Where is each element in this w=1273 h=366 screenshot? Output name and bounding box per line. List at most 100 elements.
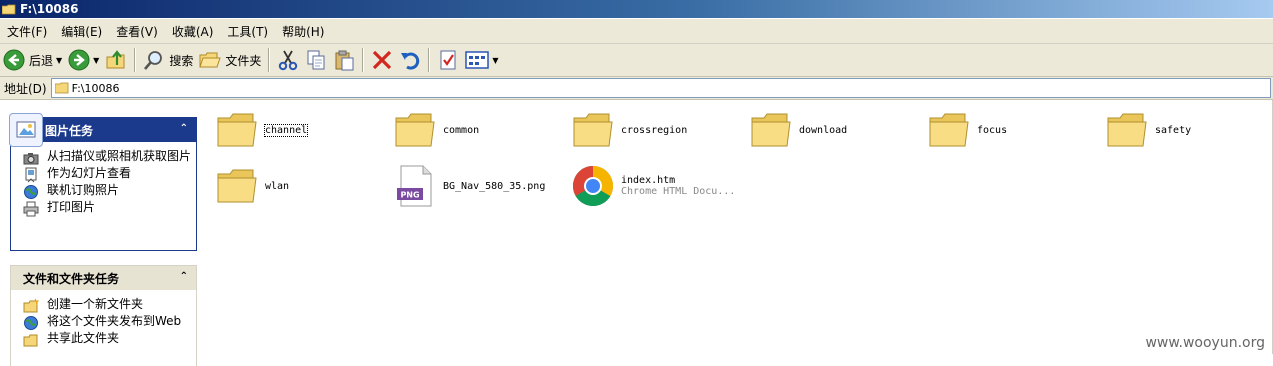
forward-button[interactable]: ▼ [65,46,102,74]
printer-icon [23,201,39,217]
up-folder-icon [106,50,125,69]
file-tasks-panel: 文件和文件夹任务 ⌃ 创建一个新文件夹 将这个文件夹发布到Web 共享此文件夹 [10,265,197,366]
file-tasks-title: 文件和文件夹任务 [23,271,120,286]
title-bar: F:\10086 [0,0,1273,18]
folder-name: focus [977,124,1008,136]
task-publish-web[interactable]: 将这个文件夹发布到Web [11,314,196,330]
views-button[interactable]: ▼ [462,46,501,74]
slideshow-icon [25,167,37,183]
task-new-folder-label: 创建一个新文件夹 [47,297,144,311]
copy-icon [307,50,325,70]
folder-name: download [799,124,848,136]
file-type: Chrome HTML Docu... [621,185,736,197]
forward-dropdown-icon[interactable]: ▼ [93,56,99,65]
folder-icon [217,113,257,147]
menu-favorites[interactable]: 收藏(A) [165,23,221,40]
folder-icon [573,113,613,147]
undo-button[interactable] [396,46,424,74]
task-new-folder[interactable]: 创建一个新文件夹 [11,297,196,313]
picture-tasks-badge-icon [9,113,43,147]
address-bar: 地址(D) F:\10086 [0,77,1273,100]
search-label: 搜索 [169,53,194,68]
views-icon [465,51,490,69]
properties-button[interactable] [434,46,462,74]
folder-item-wlan[interactable]: wlan [215,164,289,208]
task-get-pictures[interactable]: 从扫描仪或照相机获取图片 [11,149,196,165]
search-button[interactable]: 搜索 [140,46,196,74]
file-tasks-header[interactable]: 文件和文件夹任务 ⌃ [11,266,196,290]
chrome-icon [573,166,613,206]
folder-item-common[interactable]: common [393,108,479,152]
folder-icon [2,4,16,14]
back-button[interactable]: 后退 ▼ [0,46,65,74]
address-value: F:\10086 [71,81,120,95]
camera-icon [23,153,39,165]
file-item-png[interactable]: PNG BG_Nav_580_35.png [393,164,545,208]
delete-button[interactable] [368,46,396,74]
picture-tasks-header[interactable]: 图片任务 ⌃ [9,113,196,147]
folder-item-crossregion[interactable]: crossregion [571,108,687,152]
folder-item-safety[interactable]: safety [1105,108,1191,152]
back-label: 后退 [29,53,54,68]
folders-button[interactable]: 文件夹 [196,46,264,74]
back-arrow-icon [3,49,25,71]
toolbar-separator [362,48,365,72]
collapse-chevron-icon[interactable]: ⌃ [180,123,188,134]
folder-name: wlan [265,180,290,192]
window-title: F:\10086 [20,2,79,16]
task-print-pictures[interactable]: 打印图片 [11,201,196,217]
cut-button[interactable] [274,46,302,74]
task-pane: 图片任务 ⌃ 从扫描仪或照相机获取图片 作为幻灯片查看 联机订购照片 打印图片 … [0,100,205,366]
folder-icon [751,113,791,147]
menu-bar: 文件(F) 编辑(E) 查看(V) 收藏(A) 工具(T) 帮助(H) [0,19,1273,44]
task-share-folder[interactable]: 共享此文件夹 [11,331,196,347]
task-share-folder-label: 共享此文件夹 [47,331,120,345]
task-order-prints[interactable]: 联机订购照片 [11,183,196,199]
folder-item-focus[interactable]: focus [927,108,1007,152]
task-slideshow-label: 作为幻灯片查看 [47,166,132,180]
toolbar-separator [134,48,137,72]
file-name: BG_Nav_580_35.png [443,180,546,192]
task-publish-web-label: 将这个文件夹发布到Web [47,314,182,328]
file-item-index-htm[interactable]: index.htm Chrome HTML Docu... [571,164,735,208]
menu-help[interactable]: 帮助(H) [275,23,331,40]
menu-view[interactable]: 查看(V) [109,23,165,40]
up-folder-button[interactable] [102,46,130,74]
folder-icon [1107,113,1147,147]
toolbar-separator [428,48,431,72]
new-folder-icon [23,298,39,313]
copy-button[interactable] [302,46,330,74]
share-folder-icon [23,334,38,347]
png-badge: PNG [400,191,419,200]
file-name: index.htm [621,174,676,186]
collapse-chevron-icon[interactable]: ⌃ [180,271,188,282]
menu-edit[interactable]: 编辑(E) [54,23,109,40]
toolbar-separator [268,48,271,72]
address-input[interactable]: F:\10086 [50,78,1271,98]
picture-tasks-title: 图片任务 [45,123,94,138]
folder-icon [395,113,435,147]
folder-name: common [443,124,480,136]
back-dropdown-icon[interactable]: ▼ [56,56,62,65]
delete-x-icon [373,50,392,70]
folder-icon [929,113,969,147]
folder-item-channel[interactable]: channel [215,108,309,152]
task-slideshow[interactable]: 作为幻灯片查看 [11,166,196,183]
picture-tasks-panel: 图片任务 ⌃ 从扫描仪或照相机获取图片 作为幻灯片查看 联机订购照片 打印图片 [9,113,197,251]
publish-web-icon [24,316,38,330]
png-file-icon: PNG [397,165,432,207]
paste-button[interactable] [330,46,358,74]
folder-name: safety [1155,124,1192,136]
folder-item-download[interactable]: download [749,108,847,152]
menu-tools[interactable]: 工具(T) [220,23,275,40]
views-dropdown-icon[interactable]: ▼ [492,56,498,65]
watermark: www.wooyun.org [1145,335,1265,351]
toolbar: 后退 ▼ ▼ 搜索 文件夹 ▼ [0,44,1273,77]
menu-file[interactable]: 文件(F) [0,23,54,40]
folder-icon [217,169,257,203]
address-label: 地址(D) [4,81,47,96]
folder-icon [54,82,69,94]
task-order-prints-label: 联机订购照片 [47,183,120,197]
task-get-pictures-label: 从扫描仪或照相机获取图片 [47,149,192,163]
folders-label: 文件夹 [225,53,262,68]
